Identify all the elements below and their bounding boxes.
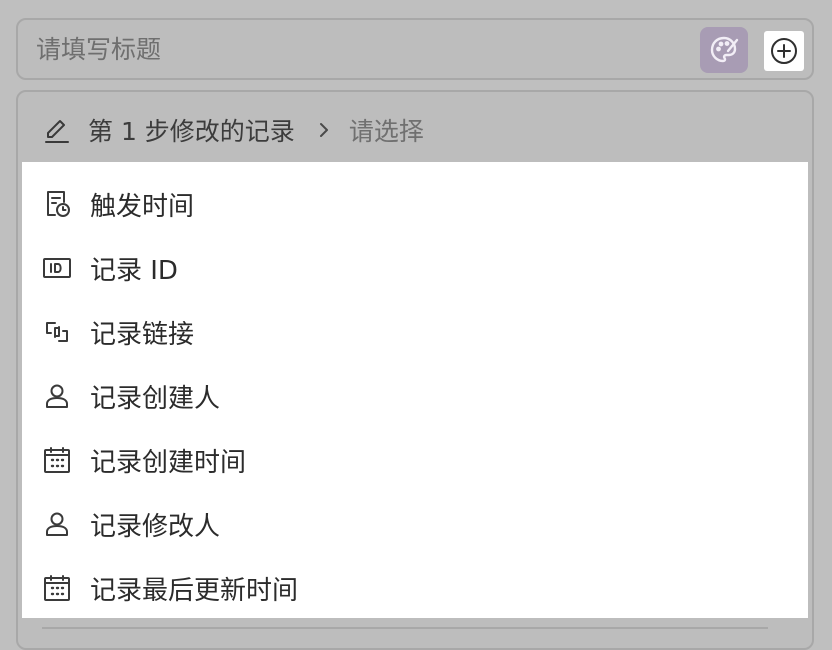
- menu-item-label: 触发时间: [90, 191, 195, 222]
- title-input[interactable]: [36, 31, 636, 67]
- menu-item-trigger-time[interactable]: 触发时间: [22, 172, 808, 236]
- menu-item-label: 记录链接: [90, 319, 195, 350]
- menu-item-label: 记录创建人: [90, 383, 221, 414]
- palette-icon: [710, 36, 739, 63]
- divider: [42, 627, 768, 629]
- id-card-icon: [43, 258, 71, 278]
- palette-button[interactable]: [700, 27, 748, 73]
- user-icon: [46, 384, 68, 408]
- field-dropdown: 触发时间 记录 ID 记录链接 记录创建人 记录创建时间 记录修改人 记录最后更…: [22, 162, 808, 618]
- breadcrumb-step-label: 第 1 步修改的记录: [88, 117, 295, 146]
- add-button[interactable]: [764, 31, 804, 71]
- clock-document-icon: [47, 191, 70, 217]
- link-icon: [46, 322, 68, 342]
- menu-item-label: 记录 ID: [90, 255, 178, 286]
- user-icon: [46, 512, 68, 536]
- menu-item-record-created-time[interactable]: 记录创建时间: [22, 428, 808, 492]
- menu-item-record-last-updated-time[interactable]: 记录最后更新时间: [22, 556, 808, 620]
- menu-item-record-id[interactable]: 记录 ID: [22, 236, 808, 300]
- menu-item-label: 记录最后更新时间: [90, 575, 299, 606]
- plus-circle-icon: [771, 38, 797, 64]
- calendar-icon: [44, 447, 70, 473]
- breadcrumb[interactable]: 第 1 步修改的记录 请选择: [42, 110, 424, 150]
- pencil-icon: [45, 120, 69, 143]
- chevron-right-icon: [319, 123, 328, 137]
- title-bar: [16, 18, 814, 80]
- menu-item-record-creator[interactable]: 记录创建人: [22, 364, 808, 428]
- calendar-icon: [44, 575, 70, 601]
- menu-item-record-link[interactable]: 记录链接: [22, 300, 808, 364]
- menu-item-record-modifier[interactable]: 记录修改人: [22, 492, 808, 556]
- menu-item-label: 记录创建时间: [90, 447, 247, 478]
- breadcrumb-placeholder[interactable]: 请选择: [349, 112, 424, 148]
- menu-item-label: 记录修改人: [90, 511, 221, 542]
